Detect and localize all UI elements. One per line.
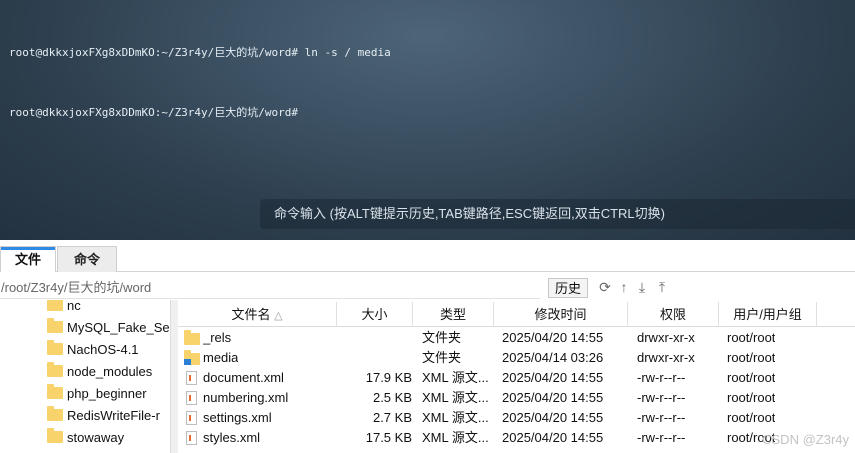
tree-item[interactable]: nc	[47, 300, 81, 316]
file-size	[337, 348, 412, 368]
table-header: 文件名 △ 大小 类型 修改时间 权限 用户/用户组	[178, 302, 855, 327]
file-type: XML 源文...	[422, 370, 489, 385]
file-permission: drwxr-xr-x	[637, 350, 695, 365]
tree-item[interactable]: node_modules	[47, 360, 152, 382]
folder-icon	[47, 384, 63, 399]
file-mtime: 2025/04/14 03:26	[502, 350, 604, 365]
watermark: CSDN @Z3r4y	[762, 432, 849, 447]
terminal-line: root@dkkxjoxFXg8xDDmKO:~/Z3r4y/巨大的坑/word…	[9, 106, 299, 119]
folder-icon	[184, 330, 200, 345]
file-type: XML 源文...	[422, 390, 489, 405]
column-name[interactable]: 文件名 △	[178, 302, 337, 327]
file-owner: root/root	[727, 410, 776, 425]
file-mtime: 2025/04/20 14:55	[502, 330, 604, 345]
history-button[interactable]: 历史	[548, 278, 588, 298]
file-mtime: 2025/04/20 14:55	[502, 390, 604, 405]
folder-link-icon	[184, 350, 200, 365]
file-name: _rels	[203, 330, 232, 345]
file-permission: drwxr-xr-x	[637, 330, 695, 345]
file-name: numbering.xml	[203, 390, 289, 405]
column-type[interactable]: 类型	[413, 302, 494, 327]
tree-item-label: RedisWriteFile-r	[67, 407, 160, 423]
file-size: 2.5 KB	[372, 390, 412, 405]
file-owner: root/root	[727, 390, 776, 405]
folder-icon	[47, 318, 63, 333]
column-size[interactable]: 大小	[337, 302, 413, 327]
column-owner[interactable]: 用户/用户组	[719, 302, 817, 327]
file-size: 17.5 KB	[365, 430, 412, 445]
file-type: 文件夹	[422, 350, 462, 365]
table-row[interactable]: _rels 文件夹 2025/04/20 14:55 drwxr-xr-x ro…	[178, 328, 855, 348]
command-input[interactable]: 命令输入 (按ALT键提示历史,TAB键路径,ESC键返回,双击CTRL切换)	[260, 199, 855, 229]
tree-item[interactable]: NachOS-4.1	[47, 338, 139, 360]
file-type: XML 源文...	[422, 410, 489, 425]
file-mtime: 2025/04/20 14:55	[502, 370, 604, 385]
pane-splitter[interactable]	[170, 300, 178, 453]
tab-bar: 文件 命令	[0, 240, 855, 272]
file-size: 2.7 KB	[372, 410, 412, 425]
file-type: 文件夹	[422, 330, 462, 345]
terminal-panel[interactable]: root@dkkxjoxFXg8xDDmKO:~/Z3r4y/巨大的坑/word…	[0, 0, 855, 240]
table-row[interactable]: media 文件夹 2025/04/14 03:26 drwxr-xr-x ro…	[178, 348, 855, 368]
file-mtime: 2025/04/20 14:55	[502, 430, 604, 445]
file-name: media	[203, 350, 239, 365]
path-input[interactable]: /root/Z3r4y/巨大的坑/word	[0, 277, 540, 299]
folder-icon	[47, 362, 63, 377]
file-table: 文件名 △ 大小 类型 修改时间 权限 用户/用户组 _rels 文件夹 202…	[178, 302, 855, 453]
xml-file-icon	[186, 391, 197, 405]
file-size: 17.9 KB	[365, 370, 412, 385]
file-size	[337, 328, 412, 348]
upload-icon[interactable]: ⤒	[654, 279, 670, 295]
file-name: document.xml	[203, 370, 284, 385]
xml-file-icon	[186, 431, 197, 445]
tab-commands[interactable]: 命令	[57, 246, 117, 272]
xml-file-icon	[186, 411, 197, 425]
file-type: XML 源文...	[422, 430, 489, 445]
file-owner: root/root	[727, 370, 776, 385]
tree-item-label: NachOS-4.1	[67, 341, 139, 357]
table-row[interactable]: settings.xml 2.7 KB XML 源文... 2025/04/20…	[178, 408, 855, 428]
folder-icon	[47, 340, 63, 355]
file-name: styles.xml	[203, 430, 261, 445]
table-row[interactable]: styles.xml 17.5 KB XML 源文... 2025/04/20 …	[178, 428, 855, 448]
file-name: settings.xml	[203, 410, 272, 425]
tab-files[interactable]: 文件	[0, 246, 56, 272]
file-permission: -rw-r--r--	[637, 410, 686, 425]
tree-item[interactable]: MySQL_Fake_Se	[47, 316, 170, 338]
up-arrow-icon[interactable]: ↑	[616, 279, 632, 295]
column-mtime[interactable]: 修改时间	[494, 302, 628, 327]
path-bar: /root/Z3r4y/巨大的坑/word 历史 ⟳ ↑ ⤓ ⤒	[0, 276, 855, 300]
table-row[interactable]: numbering.xml 2.5 KB XML 源文... 2025/04/2…	[178, 388, 855, 408]
terminal-line: root@dkkxjoxFXg8xDDmKO:~/Z3r4y/巨大的坑/word…	[9, 46, 391, 59]
folder-icon	[47, 300, 63, 311]
tree-item[interactable]: php_beginner	[47, 382, 147, 404]
refresh-icon[interactable]: ⟳	[597, 279, 613, 295]
tree-item-label: stowaway	[67, 429, 125, 445]
tree-item[interactable]: stowaway	[47, 426, 124, 448]
tree-item-label: nc	[67, 300, 81, 313]
folder-icon	[47, 428, 63, 443]
file-permission: -rw-r--r--	[637, 430, 686, 445]
tree-item-label: php_beginner	[67, 385, 147, 401]
column-permission[interactable]: 权限	[628, 302, 719, 327]
directory-tree: nc MySQL_Fake_Se NachOS-4.1 node_modules…	[0, 300, 170, 453]
folder-icon	[47, 406, 63, 421]
table-row[interactable]: document.xml 17.9 KB XML 源文... 2025/04/2…	[178, 368, 855, 388]
xml-file-icon	[186, 371, 197, 385]
tree-item-label: MySQL_Fake_Se	[67, 319, 170, 335]
tree-item[interactable]: RedisWriteFile-r	[47, 404, 160, 426]
file-permission: -rw-r--r--	[637, 370, 686, 385]
file-owner: root/root	[727, 330, 776, 345]
file-owner: root/root	[727, 350, 776, 365]
download-icon[interactable]: ⤓	[634, 279, 650, 295]
file-mtime: 2025/04/20 14:55	[502, 410, 604, 425]
tree-item-label: node_modules	[67, 363, 153, 379]
file-permission: -rw-r--r--	[637, 390, 686, 405]
terminal-output: root@dkkxjoxFXg8xDDmKO:~/Z3r4y/巨大的坑/word…	[9, 3, 391, 163]
